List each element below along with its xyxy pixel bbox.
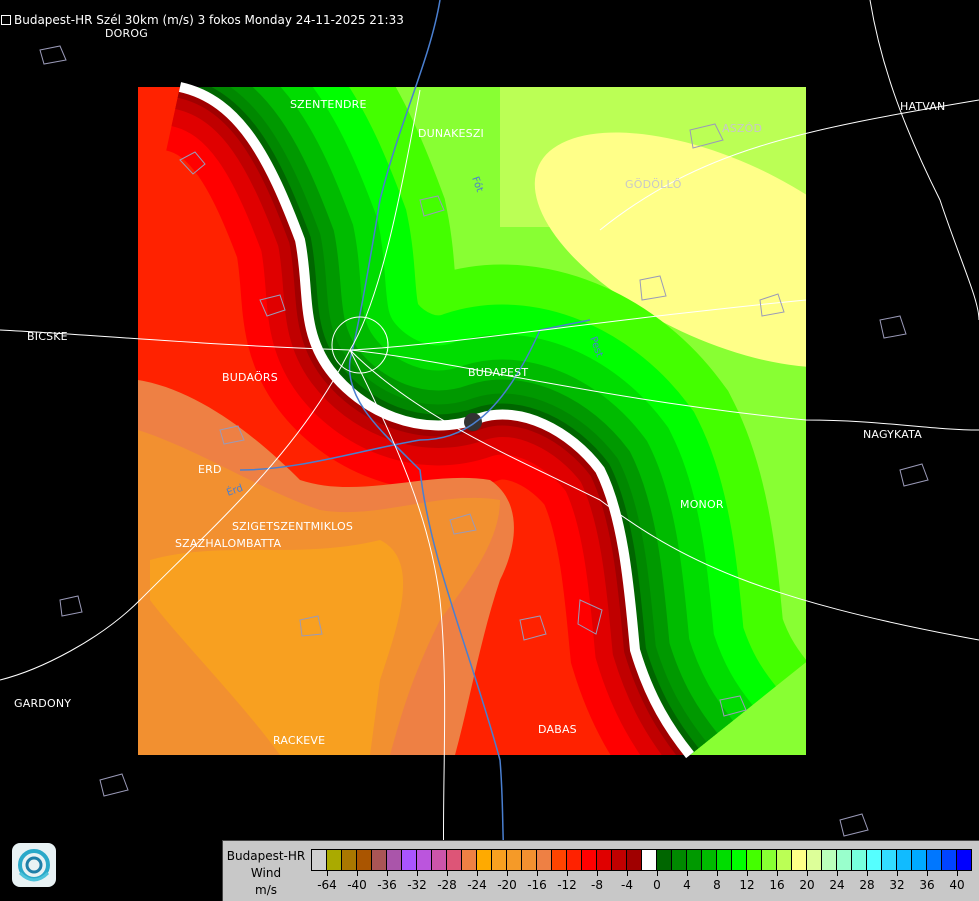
color-bar-cell bbox=[312, 850, 327, 870]
color-bar-cell bbox=[942, 850, 957, 870]
color-bar-cell bbox=[372, 850, 387, 870]
tick-mark bbox=[777, 870, 778, 876]
tick-mark bbox=[687, 870, 688, 876]
city-label: MONOR bbox=[680, 498, 724, 511]
color-bar-cell bbox=[882, 850, 897, 870]
tick-mark bbox=[597, 870, 598, 876]
color-bar-cell bbox=[747, 850, 762, 870]
tick-label: 40 bbox=[949, 878, 965, 892]
menu-icon[interactable] bbox=[1, 15, 11, 25]
city-label: BICSKE bbox=[27, 330, 68, 343]
radar-map[interactable]: Érd Fót Pest bbox=[0, 0, 979, 900]
tick-mark bbox=[507, 870, 508, 876]
tick-mark bbox=[567, 870, 568, 876]
color-bar-cell bbox=[342, 850, 357, 870]
city-label: ERD bbox=[198, 463, 222, 476]
tick-mark bbox=[867, 870, 868, 876]
color-bar-cell bbox=[582, 850, 597, 870]
color-bar-cell bbox=[627, 850, 642, 870]
color-bar-cell bbox=[462, 850, 477, 870]
city-label: RACKEVE bbox=[273, 734, 326, 747]
color-bar-cell bbox=[867, 850, 882, 870]
color-bar-cell bbox=[357, 850, 372, 870]
color-bar-cell bbox=[597, 850, 612, 870]
color-bar-cell bbox=[327, 850, 342, 870]
color-legend: Budapest-HR Wind m/s -64 -40 -36 -32 -28 -24-… bbox=[222, 840, 979, 901]
color-bar-cell bbox=[792, 850, 807, 870]
color-bar-cell bbox=[612, 850, 627, 870]
color-bar-cell bbox=[687, 850, 702, 870]
legend-site: Budapest-HR bbox=[226, 849, 306, 863]
city-label: SZIGETSZENTMIKLOS bbox=[232, 520, 354, 533]
city-label: SZENTENDRE bbox=[290, 98, 367, 111]
color-bar-cell bbox=[657, 850, 672, 870]
city-label: DUNAKESZI bbox=[418, 127, 485, 140]
city-label: BUDAPEST bbox=[468, 366, 529, 379]
color-bar-cell bbox=[717, 850, 732, 870]
city-label: ASZÓD bbox=[722, 122, 763, 135]
tick-mark bbox=[477, 870, 478, 876]
color-bar-cell bbox=[822, 850, 837, 870]
color-bar-cell bbox=[642, 850, 657, 870]
tick-mark bbox=[327, 870, 328, 876]
tick-mark bbox=[927, 870, 928, 876]
color-bar-cell bbox=[672, 850, 687, 870]
color-bar-cell bbox=[507, 850, 522, 870]
logo bbox=[12, 843, 56, 887]
tick-mark bbox=[537, 870, 538, 876]
city-label: SZAZHALOMBATTA bbox=[175, 537, 282, 550]
color-bar-cell bbox=[702, 850, 717, 870]
tick-mark bbox=[957, 870, 958, 876]
city-label: GARDONY bbox=[14, 697, 72, 710]
tick-mark bbox=[447, 870, 448, 876]
tick-mark bbox=[807, 870, 808, 876]
tick-mark bbox=[357, 870, 358, 876]
color-bar-cell bbox=[537, 850, 552, 870]
color-bar-cell bbox=[492, 850, 507, 870]
color-bar bbox=[311, 849, 972, 871]
tick-mark bbox=[417, 870, 418, 876]
tick-mark bbox=[627, 870, 628, 876]
color-bar-cell bbox=[927, 850, 942, 870]
wind-field bbox=[138, 84, 806, 755]
color-bar-cell bbox=[447, 850, 462, 870]
tick-mark bbox=[897, 870, 898, 876]
tick-mark bbox=[717, 870, 718, 876]
color-bar-cell bbox=[417, 850, 432, 870]
color-bar-cell bbox=[432, 850, 447, 870]
legend-quantity: Wind bbox=[250, 866, 282, 880]
city-label: DOROG bbox=[105, 27, 148, 40]
city-label: NAGYKATA bbox=[863, 428, 922, 441]
tick-mark bbox=[837, 870, 838, 876]
color-bar-cell bbox=[477, 850, 492, 870]
color-bar-cell bbox=[912, 850, 927, 870]
map-title: Budapest-HR Szél 30km (m/s) 3 fokos Mond… bbox=[14, 13, 404, 27]
tick-mark bbox=[747, 870, 748, 876]
color-bar-cell bbox=[552, 850, 567, 870]
color-bar-cell bbox=[402, 850, 417, 870]
color-bar-cell bbox=[567, 850, 582, 870]
legend-unit: m/s bbox=[255, 883, 277, 897]
color-bar-cell bbox=[852, 850, 867, 870]
color-bar-cell bbox=[777, 850, 792, 870]
color-bar-cell bbox=[762, 850, 777, 870]
color-bar-cell bbox=[897, 850, 912, 870]
swirl-logo-icon bbox=[18, 849, 50, 882]
city-label: DABAS bbox=[538, 723, 577, 736]
city-label: BUDAÖRS bbox=[222, 371, 278, 384]
city-label: GÖDÖLLŐ bbox=[625, 178, 682, 191]
color-bar-cell bbox=[522, 850, 537, 870]
color-bar-cell bbox=[837, 850, 852, 870]
color-bar-cell bbox=[957, 850, 971, 870]
city-label: HATVAN bbox=[900, 100, 946, 113]
color-bar-cell bbox=[387, 850, 402, 870]
tick-mark bbox=[657, 870, 658, 876]
tick-mark bbox=[387, 870, 388, 876]
color-bar-cell bbox=[807, 850, 822, 870]
color-bar-cell bbox=[732, 850, 747, 870]
